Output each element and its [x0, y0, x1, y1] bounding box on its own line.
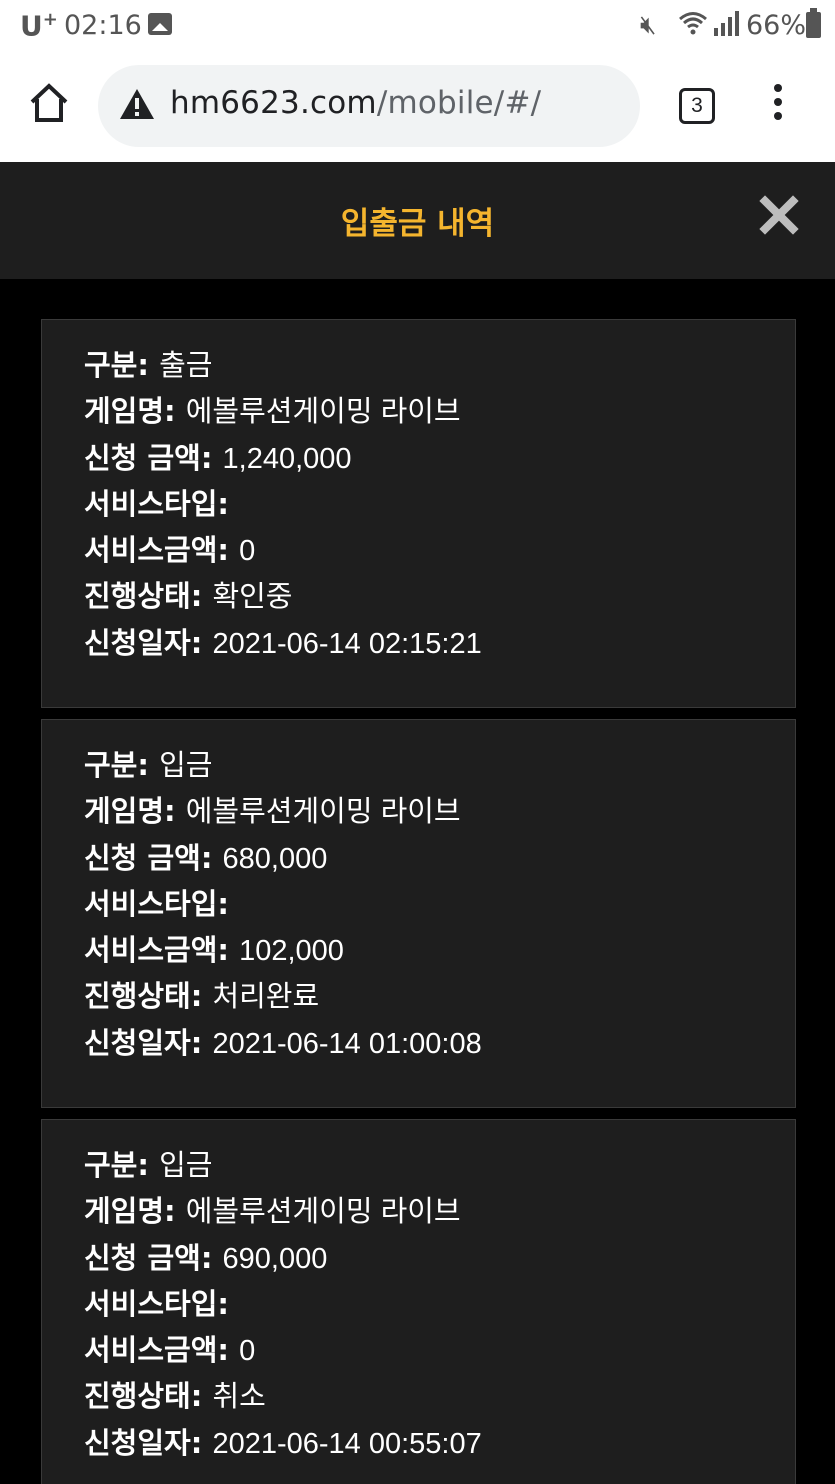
- status-value: 확인중: [212, 581, 293, 614]
- address-bar[interactable]: hm6623.com/mobile/#/: [98, 65, 640, 147]
- date-value: 2021-06-14 01:00:08: [212, 1027, 482, 1060]
- url-text[interactable]: hm6623.com/mobile/#/: [170, 85, 541, 121]
- service-type-row: 서비스타입:: [84, 486, 230, 521]
- type-value: 출금: [159, 350, 213, 382]
- amount-value: 690,000: [222, 1242, 328, 1275]
- service-type-row: 서비스타입:: [84, 886, 230, 921]
- amount-row: 신청 금액: 680,000: [84, 840, 328, 875]
- date-row: 신청일자: 2021-06-14 00:55:07: [84, 1425, 482, 1460]
- transaction-card: 구분: 입금 게임명: 에볼루션게이밍 라이브 신청 금액: 680,000 서…: [41, 719, 796, 1108]
- type-row: 구분: 입금: [84, 748, 213, 782]
- amount-row: 신청 금액: 1,240,000: [84, 440, 352, 475]
- service-amount-row: 서비스금액: 102,000: [84, 933, 344, 968]
- tab-switcher-button[interactable]: 3: [679, 88, 715, 124]
- service-amount-value: 0: [239, 535, 256, 568]
- transaction-card: 구분: 입금 게임명: 에볼루션게이밍 라이브 신청 금액: 690,000 서…: [41, 1119, 796, 1484]
- date-row: 신청일자: 2021-06-14 02:15:21: [84, 625, 482, 660]
- close-icon[interactable]: [758, 194, 800, 236]
- type-value: 입금: [159, 750, 213, 782]
- date-value: 2021-06-14 02:15:21: [212, 627, 482, 660]
- battery-percent: 66%: [746, 10, 807, 41]
- date-row: 신청일자: 2021-06-14 01:00:08: [84, 1025, 482, 1060]
- game-value: 에볼루션게이밍 라이브: [185, 396, 461, 429]
- amount-value: 1,240,000: [222, 442, 352, 475]
- status-row: 진행상태: 취소: [84, 1379, 266, 1414]
- signal-icon: [714, 11, 739, 36]
- status-value: 취소: [212, 1381, 266, 1414]
- battery-icon: [806, 8, 821, 38]
- transaction-list: 구분: 출금 게임명: 에볼루션게이밍 라이브 신청 금액: 1,240,000…: [41, 319, 796, 1484]
- service-amount-value: 102,000: [239, 935, 344, 968]
- warning-icon[interactable]: [118, 87, 156, 121]
- mute-icon: 🔇︎: [640, 10, 657, 40]
- game-row: 게임명: 에볼루션게이밍 라이브: [84, 394, 461, 429]
- date-value: 2021-06-14 00:55:07: [212, 1427, 482, 1460]
- service-amount-row: 서비스금액: 0: [84, 1333, 256, 1368]
- service-type-row: 서비스타입:: [84, 1286, 230, 1321]
- type-row: 구분: 출금: [84, 348, 213, 382]
- game-value: 에볼루션게이밍 라이브: [185, 796, 461, 829]
- amount-value: 680,000: [222, 842, 328, 875]
- status-row: 진행상태: 확인중: [84, 579, 293, 614]
- clock: 02:16: [64, 10, 142, 41]
- transaction-card: 구분: 출금 게임명: 에볼루션게이밍 라이브 신청 금액: 1,240,000…: [41, 319, 796, 708]
- game-value: 에볼루션게이밍 라이브: [185, 1196, 461, 1229]
- browser-toolbar: hm6623.com/mobile/#/ 3: [0, 52, 835, 162]
- status-value: 처리완료: [212, 981, 320, 1014]
- gallery-notification-icon: [148, 13, 172, 35]
- wifi-icon: [679, 12, 707, 35]
- carrier-label: U+: [20, 9, 58, 43]
- home-icon[interactable]: [26, 80, 72, 126]
- overflow-menu-icon[interactable]: [770, 84, 786, 128]
- status-bar: U+ 02:16 🔇︎ 66%: [0, 0, 835, 52]
- type-value: 입금: [159, 1150, 213, 1182]
- modal-title: 입출금 내역: [340, 206, 495, 242]
- service-amount-row: 서비스금액: 0: [84, 533, 256, 568]
- game-row: 게임명: 에볼루션게이밍 라이브: [84, 1194, 461, 1229]
- service-amount-value: 0: [239, 1335, 256, 1368]
- game-row: 게임명: 에볼루션게이밍 라이브: [84, 794, 461, 829]
- modal-header: 입출금 내역: [0, 162, 835, 279]
- amount-row: 신청 금액: 690,000: [84, 1240, 328, 1275]
- type-row: 구분: 입금: [84, 1148, 213, 1182]
- status-row: 진행상태: 처리완료: [84, 979, 320, 1014]
